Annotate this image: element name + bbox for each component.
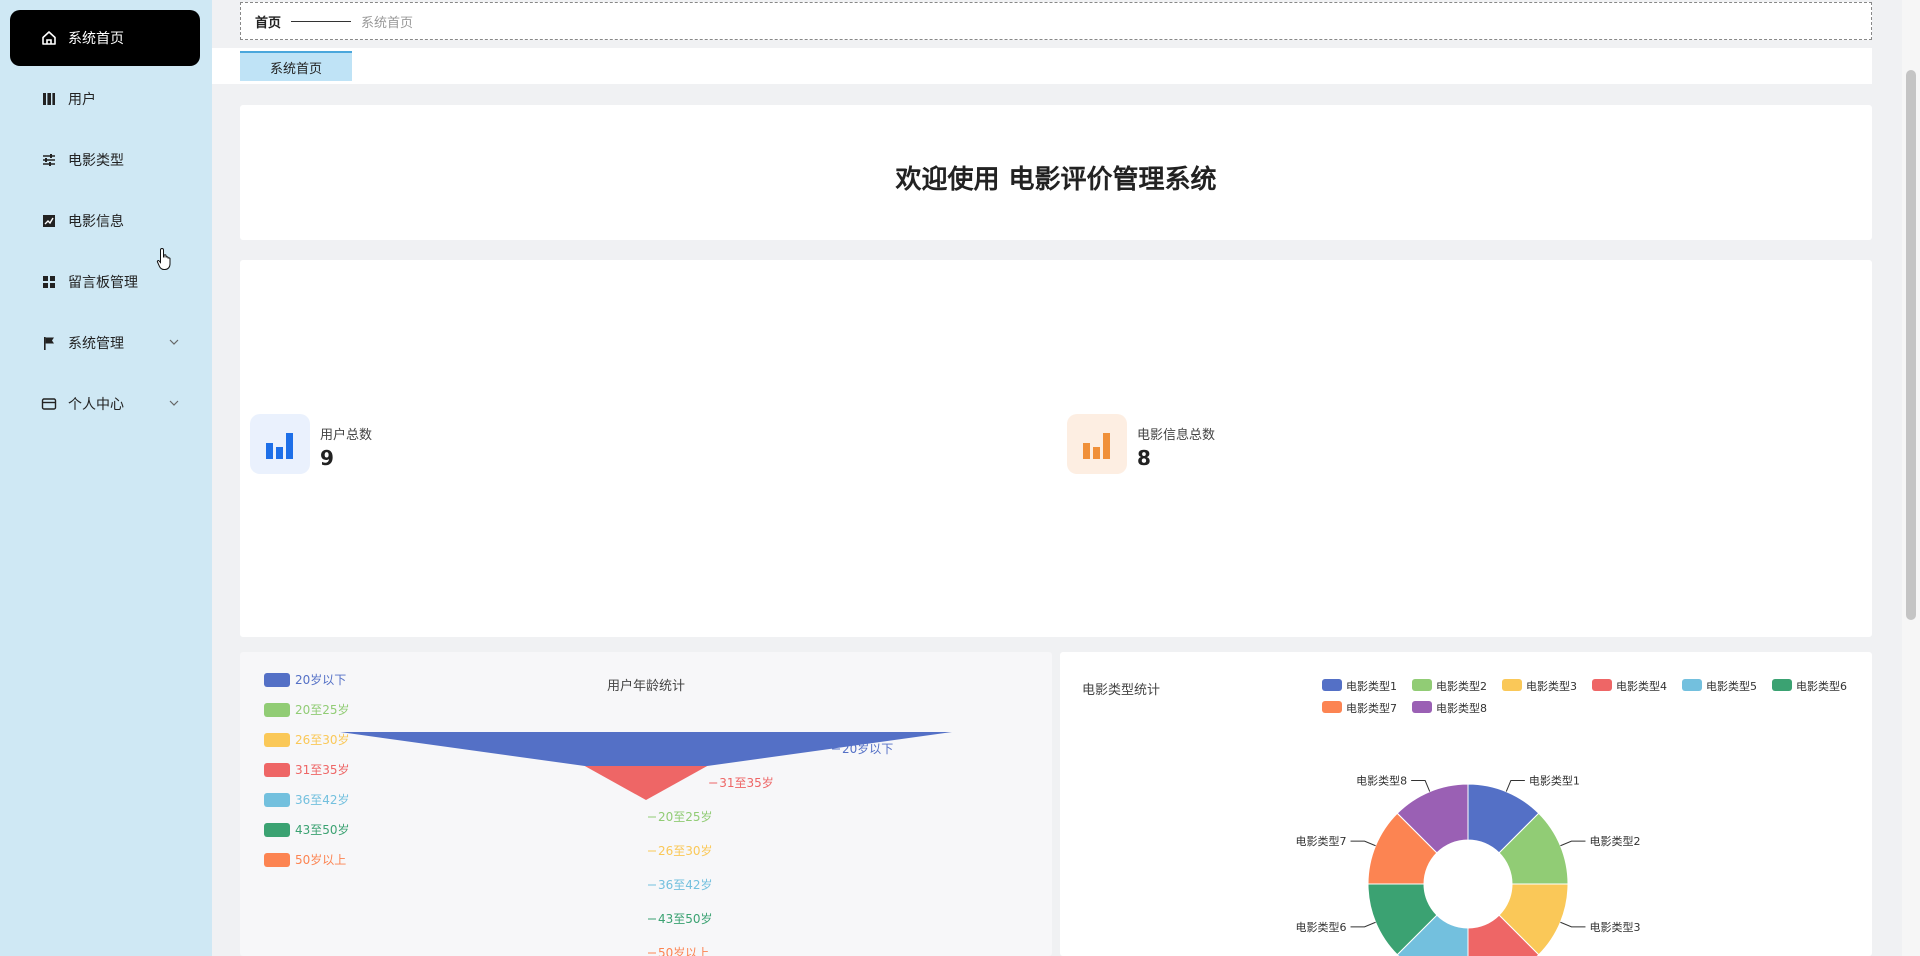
legend-label: 电影类型3 bbox=[1526, 679, 1577, 693]
slice-label: 电影类型8 bbox=[1356, 774, 1407, 788]
stat-value: 8 bbox=[1137, 446, 1151, 470]
tab-home[interactable]: 系统首页 bbox=[240, 51, 352, 81]
slice-label: 电影类型1 bbox=[1529, 774, 1580, 788]
legend-swatch bbox=[1412, 701, 1432, 713]
funnel-label: 36至42岁 bbox=[658, 877, 713, 892]
label-line bbox=[1411, 780, 1431, 792]
legend-label: 31至35岁 bbox=[295, 762, 350, 777]
legend-swatch bbox=[1502, 679, 1522, 691]
legend-label: 电影类型2 bbox=[1436, 679, 1487, 693]
legend-swatch bbox=[1412, 679, 1432, 691]
legend-swatch bbox=[1322, 679, 1342, 691]
legend-swatch bbox=[264, 673, 290, 687]
sidebar-item-label: 用户 bbox=[68, 92, 96, 108]
breadcrumb-separator bbox=[291, 20, 352, 22]
legend-swatch bbox=[264, 823, 290, 837]
breadcrumb-home[interactable]: 首页 bbox=[255, 12, 281, 31]
age-funnel-chart: 用户年龄统计 20岁以下 20至25岁 26至30岁 31至35岁 36至42岁 43至50… bbox=[264, 672, 952, 956]
funnel-label: 31至35岁 bbox=[719, 775, 774, 790]
sliders-icon bbox=[40, 151, 58, 169]
sidebar-item-label: 电影类型 bbox=[68, 153, 124, 169]
legend-label: 电影类型8 bbox=[1436, 701, 1487, 715]
legend-swatch bbox=[264, 853, 290, 867]
flag-icon bbox=[40, 334, 58, 352]
age-funnel-chart-card: 用户年龄统计 20岁以下 20至25岁 26至30岁 31至35岁 36至42岁 43至50… bbox=[240, 652, 1052, 956]
sidebar-item-label: 系统管理 bbox=[68, 336, 124, 352]
sidebar: 系统首页 用户 电影类型 电影信息 留言板管理 系统管理 个人中心 bbox=[0, 0, 212, 956]
page-title: 欢迎使用 电影评价管理系统 bbox=[895, 165, 1217, 195]
bar-chart-icon bbox=[250, 414, 310, 474]
label-line bbox=[1350, 840, 1376, 847]
legend-swatch bbox=[1592, 679, 1612, 691]
legend-label: 50岁以上 bbox=[295, 852, 346, 867]
legend-swatch bbox=[264, 793, 290, 807]
legend-label: 20至25岁 bbox=[295, 702, 350, 717]
legend-label: 电影类型7 bbox=[1346, 701, 1397, 715]
legend-swatch bbox=[264, 733, 290, 747]
chart-line-icon bbox=[40, 212, 58, 230]
sidebar-item-movie-types[interactable]: 电影类型 bbox=[10, 132, 200, 188]
label-line bbox=[1560, 840, 1586, 847]
movie-type-pie-chart-card: 电影类型统计 电影类型1 电影类型2 电影类型3 电影类型4 电影类型5 电影类型6 电影类型… bbox=[1060, 652, 1872, 956]
breadcrumb-current: 系统首页 bbox=[361, 15, 414, 31]
stat-label: 用户总数 bbox=[320, 428, 373, 443]
sidebar-item-label: 系统首页 bbox=[68, 31, 124, 47]
card-icon bbox=[40, 395, 58, 413]
slice-label: 电影类型7 bbox=[1296, 834, 1347, 848]
chart-title: 电影类型统计 bbox=[1082, 683, 1160, 698]
tab-bar: 系统首页 bbox=[212, 48, 1872, 84]
sidebar-item-movie-info[interactable]: 电影信息 bbox=[10, 193, 200, 249]
legend-label: 20岁以下 bbox=[295, 672, 346, 687]
legend-label: 26至30岁 bbox=[295, 732, 350, 747]
stat-label: 电影信息总数 bbox=[1137, 428, 1216, 443]
funnel-label: 26至30岁 bbox=[658, 843, 713, 858]
legend-label: 电影类型5 bbox=[1706, 679, 1757, 693]
book-icon bbox=[40, 90, 58, 108]
funnel-label: 20至25岁 bbox=[658, 809, 713, 824]
chevron-down-icon bbox=[168, 397, 180, 409]
legend-label: 电影类型1 bbox=[1346, 679, 1397, 693]
funnel-label: 50岁以上 bbox=[658, 945, 709, 956]
movie-type-pie-chart: 电影类型统计 电影类型1 电影类型2 电影类型3 电影类型4 电影类型5 电影类型6电影类型… bbox=[1082, 679, 1847, 956]
label-line bbox=[1505, 780, 1525, 792]
legend-label: 电影类型6 bbox=[1796, 679, 1847, 693]
legend-label: 电影类型4 bbox=[1616, 679, 1667, 693]
label-line bbox=[1350, 921, 1376, 928]
chart-title: 用户年龄统计 bbox=[607, 678, 685, 694]
funnel-label: 20岁以下 bbox=[842, 741, 893, 756]
hand-cursor-icon bbox=[156, 247, 174, 271]
legend-swatch bbox=[264, 703, 290, 717]
legend-swatch bbox=[1322, 701, 1342, 713]
welcome-card: 欢迎使用 电影评价管理系统 bbox=[240, 105, 1872, 240]
stats-card: 用户总数 9 电影信息总数 8 bbox=[240, 260, 1872, 637]
legend-swatch bbox=[1682, 679, 1702, 691]
bar-chart-icon bbox=[1067, 414, 1127, 474]
sidebar-item-system-management[interactable]: 系统管理 bbox=[10, 315, 200, 371]
legend-label: 36至42岁 bbox=[295, 792, 350, 807]
label-line bbox=[1560, 921, 1586, 928]
stat-value: 9 bbox=[320, 446, 334, 470]
legend-swatch bbox=[1772, 679, 1792, 691]
grid-icon bbox=[40, 273, 58, 291]
funnel-segment bbox=[584, 766, 708, 800]
slice-label: 电影类型2 bbox=[1589, 834, 1640, 848]
chevron-down-icon bbox=[168, 336, 180, 348]
legend-label: 43至50岁 bbox=[295, 822, 350, 837]
breadcrumb: 首页 系统首页 bbox=[240, 2, 1872, 40]
sidebar-item-label: 电影信息 bbox=[68, 214, 124, 230]
scrollbar-thumb[interactable] bbox=[1906, 70, 1916, 620]
sidebar-item-label: 个人中心 bbox=[68, 397, 124, 413]
sidebar-item-users[interactable]: 用户 bbox=[10, 71, 200, 127]
sidebar-item-label: 留言板管理 bbox=[68, 275, 138, 291]
sidebar-item-home[interactable]: 系统首页 bbox=[10, 10, 200, 66]
slice-label: 电影类型6 bbox=[1296, 920, 1347, 934]
sidebar-item-personal-center[interactable]: 个人中心 bbox=[10, 376, 200, 432]
home-icon bbox=[40, 29, 58, 47]
legend-swatch bbox=[264, 763, 290, 777]
slice-label: 电影类型3 bbox=[1589, 920, 1640, 934]
funnel-label: 43至50岁 bbox=[658, 911, 713, 926]
